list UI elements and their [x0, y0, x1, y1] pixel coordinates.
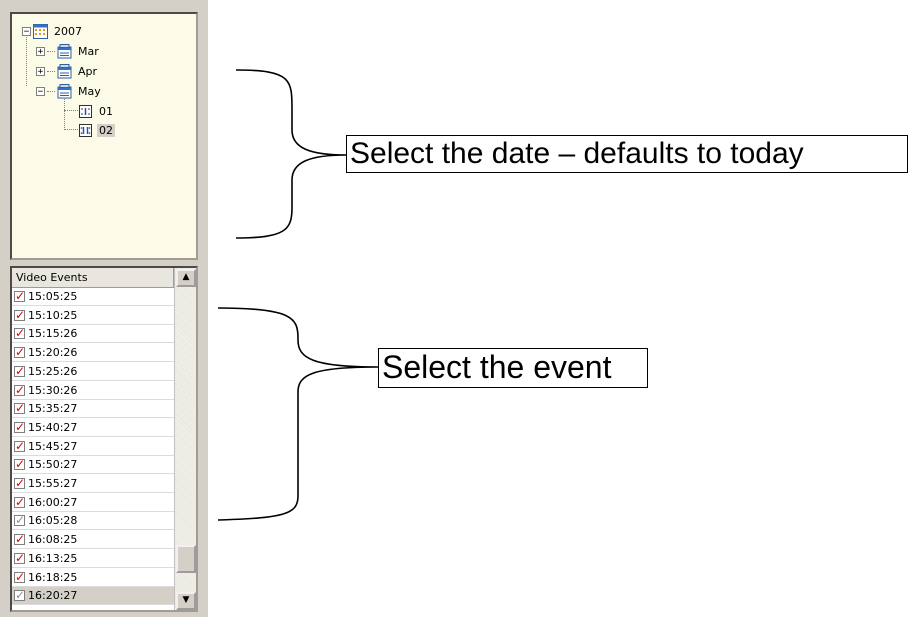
event-callout: Select the event — [378, 348, 648, 388]
annotation-braces — [217, 69, 379, 521]
date-callout: Select the date – defaults to today — [346, 135, 908, 173]
event-brace — [217, 307, 379, 521]
date-brace — [235, 69, 347, 239]
